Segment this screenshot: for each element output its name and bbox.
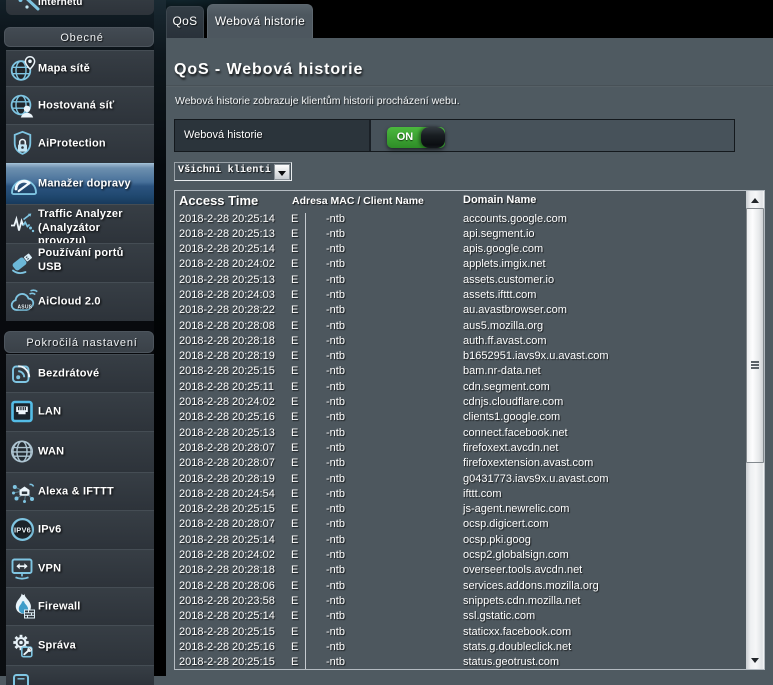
svg-text:ASUS: ASUS (18, 305, 33, 311)
svg-text:IPV6: IPV6 (14, 525, 31, 534)
